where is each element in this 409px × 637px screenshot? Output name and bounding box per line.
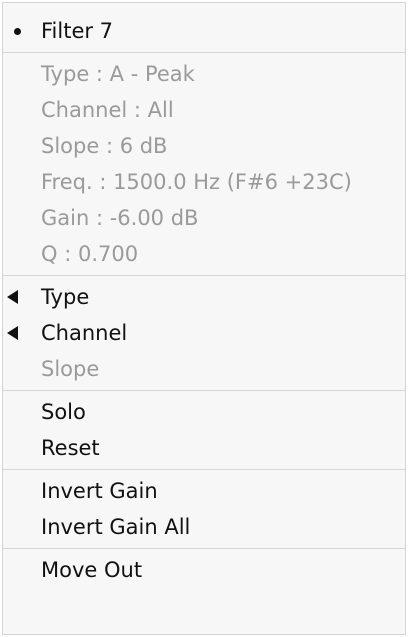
submenu-slope-label: Slope [41, 357, 100, 381]
info-frequency: Freq. : 1500.0 Hz (F#6 +23C) [3, 164, 405, 200]
info-q: Q : 0.700 [3, 236, 405, 272]
menu-separator [3, 469, 405, 470]
submenu-arrow-icon [7, 290, 18, 304]
submenu-arrow-icon [7, 326, 18, 340]
menu-item-invert-gain-all[interactable]: Invert Gain All [3, 509, 405, 545]
info-slope-label: Slope : 6 dB [41, 134, 168, 158]
submenu-type-label: Type [41, 285, 90, 309]
info-channel: Channel : All [3, 92, 405, 128]
info-frequency-label: Freq. : 1500.0 Hz (F#6 +23C) [41, 170, 352, 194]
menu-separator [3, 52, 405, 53]
info-gain: Gain : -6.00 dB [3, 200, 405, 236]
menu-item-solo-label: Solo [41, 400, 86, 424]
submenu-channel[interactable]: Channel [3, 315, 405, 351]
menu-item-reset-label: Reset [41, 436, 100, 460]
menu-header-filter: Filter 7 [3, 13, 405, 49]
info-q-label: Q : 0.700 [41, 242, 139, 266]
info-channel-label: Channel : All [41, 98, 174, 122]
menu-item-invert-gain-all-label: Invert Gain All [41, 515, 191, 539]
bullet-icon [14, 28, 21, 35]
menu-item-move-out-label: Move Out [41, 558, 143, 582]
menu-separator [3, 390, 405, 391]
info-slope: Slope : 6 dB [3, 128, 405, 164]
menu-item-invert-gain-label: Invert Gain [41, 479, 158, 503]
submenu-type[interactable]: Type [3, 279, 405, 315]
menu-item-solo[interactable]: Solo [3, 394, 405, 430]
menu-item-reset[interactable]: Reset [3, 430, 405, 466]
menu-item-move-out[interactable]: Move Out [3, 552, 405, 588]
filter-context-menu: Filter 7 Type : A - Peak Channel : All S… [2, 2, 406, 635]
menu-separator [3, 548, 405, 549]
submenu-channel-label: Channel [41, 321, 128, 345]
menu-header-label: Filter 7 [41, 19, 114, 43]
info-type-label: Type : A - Peak [41, 62, 195, 86]
info-type: Type : A - Peak [3, 56, 405, 92]
menu-separator [3, 275, 405, 276]
menu-item-invert-gain[interactable]: Invert Gain [3, 473, 405, 509]
info-gain-label: Gain : -6.00 dB [41, 206, 199, 230]
submenu-slope[interactable]: Slope [3, 351, 405, 387]
